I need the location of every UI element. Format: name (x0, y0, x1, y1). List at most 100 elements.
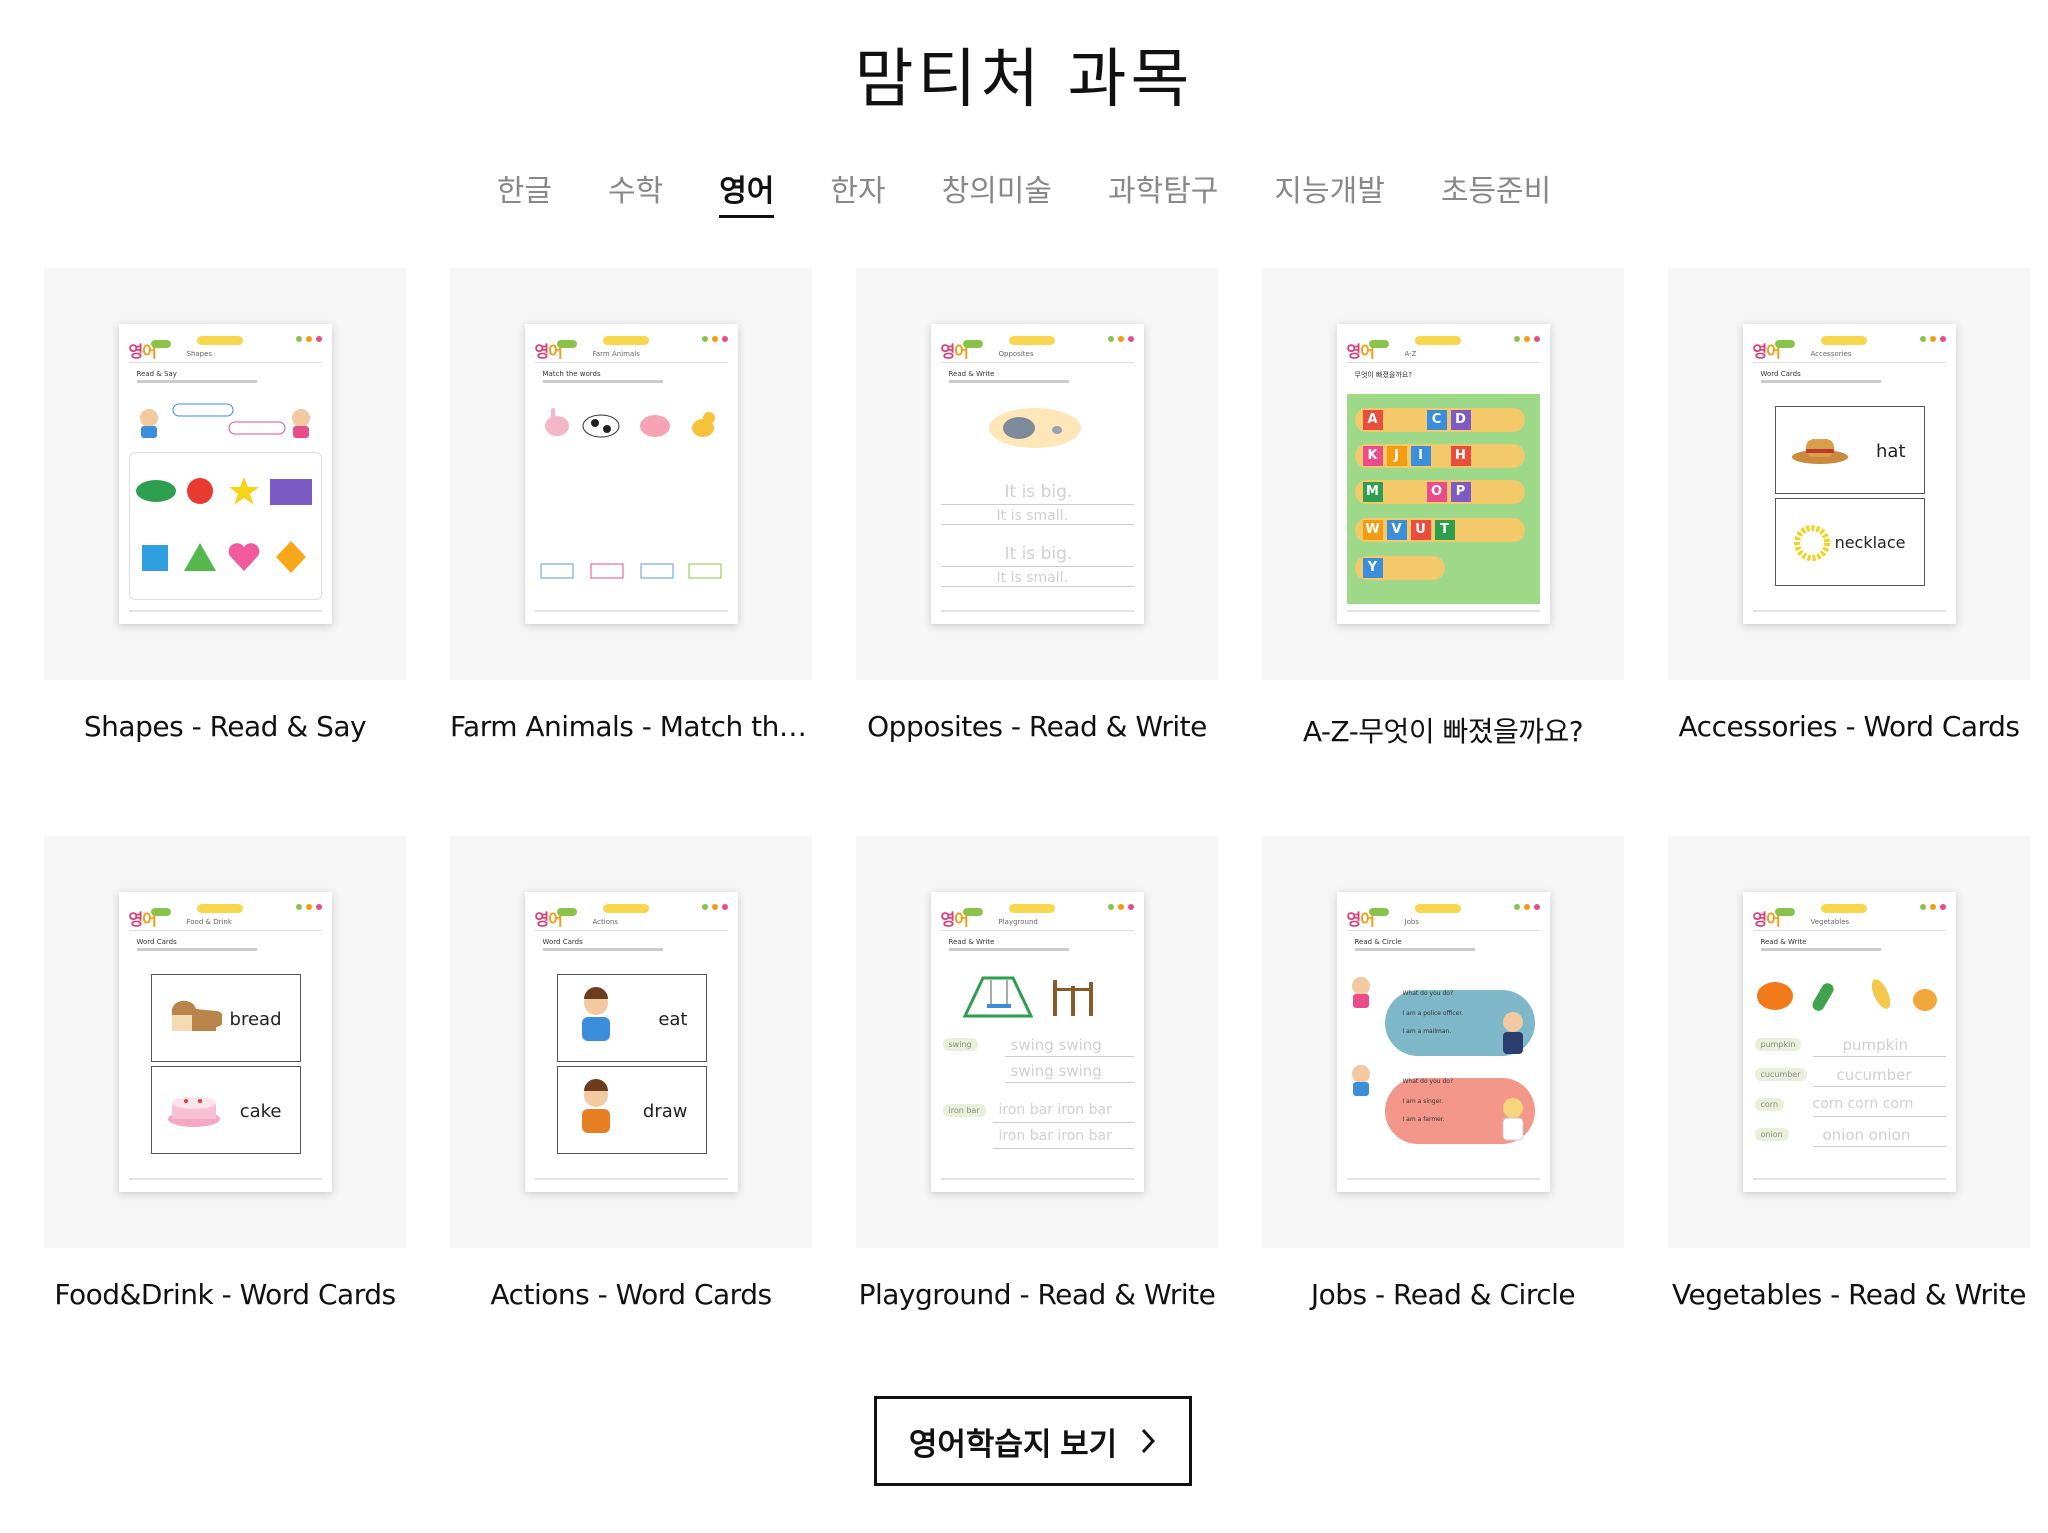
worksheet-title[interactable]: Jobs - Read & Circle (1262, 1278, 1624, 1311)
word-card: cake (150, 1066, 301, 1154)
worksheet-card: 영어 A-Z 무엇이 빠졌을까요? A C D K J I H M O P W … (1262, 268, 1624, 836)
sheet-rating (1513, 336, 1540, 342)
tab-creative-art[interactable]: 창의미술 (942, 166, 1052, 218)
sheet-rating (1919, 336, 1946, 342)
sheet-topic: Food & Drink (186, 918, 232, 926)
worksheet-preview: 영어 Actions Word Cards eat draw (524, 892, 738, 1192)
worksheet-title[interactable]: Farm Animals - Match the … (450, 710, 812, 743)
worksheet-card: 영어 Farm Animals Match the words Farm Ani… (450, 268, 812, 836)
category-badge (1414, 336, 1461, 345)
worksheet-title[interactable]: Vegetables - Read & Write (1668, 1278, 2030, 1311)
worksheet-card: 영어 Opposites Read & Write It is big. It … (856, 268, 1218, 836)
worksheet-title[interactable]: Food&Drink - Word Cards (44, 1278, 406, 1311)
category-badge (1008, 904, 1055, 913)
sheet-instruction: Read & Circle (1354, 938, 1402, 946)
sheet-topic: Jobs (1404, 918, 1419, 926)
level-badge (1774, 340, 1795, 348)
tab-elementary-prep[interactable]: 초등준비 (1441, 166, 1551, 218)
boy-eating-illustration (581, 987, 610, 1041)
worksheet-card: 영어 Vegetables Read & Write pumpkin pumpk… (1668, 836, 2030, 1404)
category-badge (602, 336, 649, 345)
sheet-topic: Vegetables (1810, 918, 1850, 926)
worksheet-title[interactable]: Playground - Read & Write (856, 1278, 1218, 1311)
tab-math[interactable]: 수학 (608, 166, 663, 218)
word-card: draw (556, 1066, 707, 1154)
worksheet-title[interactable]: Shapes - Read & Say (44, 710, 406, 743)
hippo-mouse-illustration (988, 408, 1081, 448)
word-card: eat (556, 974, 707, 1062)
worksheet-preview: 영어 Playground Read & Write swing swing s… (930, 892, 1144, 1192)
worksheet-preview: 영어 Farm Animals Match the words (524, 324, 738, 624)
swing-ironbar-illustration (962, 976, 1093, 1018)
sheet-topic: Farm Animals (592, 350, 640, 358)
category-badge (602, 904, 649, 913)
word-card: bread (150, 974, 301, 1062)
sheet-rating (1107, 336, 1134, 342)
worksheet-title[interactable]: Accessories - Word Cards (1668, 710, 2030, 743)
subject-tabs: 한글 수학 영어 한자 창의미술 과학탐구 지능개발 초등준비 (0, 166, 2048, 218)
worksheet-thumbnail[interactable]: 영어 Shapes Read & Say (44, 268, 406, 680)
category-badge (1414, 904, 1461, 913)
worksheet-card: 영어 Jobs Read & Circle What do you do? I (1262, 836, 1624, 1404)
sheet-rating (1513, 904, 1540, 910)
sheet-topic: A-Z (1404, 350, 1417, 358)
worksheet-thumbnail[interactable]: 영어 A-Z 무엇이 빠졌을까요? A C D K J I H M O P W … (1262, 268, 1624, 680)
sheet-rating (1919, 904, 1946, 910)
view-english-worksheets-button[interactable]: 영어학습지 보기 (874, 1396, 1192, 1486)
bread-illustration (171, 1000, 222, 1031)
category-badge (1820, 904, 1867, 913)
worksheet-preview: 영어 Vegetables Read & Write pumpkin pumpk… (1742, 892, 1956, 1192)
sheet-rating (295, 336, 322, 342)
tab-hangul[interactable]: 한글 (497, 166, 552, 218)
sheet-topic: Opposites (998, 350, 1034, 358)
chevron-right-icon (1142, 1428, 1156, 1454)
worksheet-thumbnail[interactable]: 영어 Playground Read & Write swing swing s… (856, 836, 1218, 1248)
sheet-topic: Actions (592, 918, 619, 926)
vegetables-illustration (1756, 979, 1937, 1011)
worksheet-thumbnail[interactable]: 영어 Food & Drink Word Cards bread cake (44, 836, 406, 1248)
worksheet-thumbnail[interactable]: 영어 Farm Animals Match the words (450, 268, 812, 680)
tab-intelligence[interactable]: 지능개발 (1274, 166, 1384, 218)
word-card: hat (1774, 406, 1925, 494)
worksheet-thumbnail[interactable]: 영어 Jobs Read & Circle What do you do? I (1262, 836, 1624, 1248)
tab-english[interactable]: 영어 (719, 166, 775, 218)
worksheet-title[interactable]: Actions - Word Cards (450, 1278, 812, 1311)
category-badge (1008, 336, 1055, 345)
worksheet-card: 영어 Accessories Word Cards hat necklace A… (1668, 268, 2030, 836)
sheet-rating (701, 336, 728, 342)
worksheet-preview: 영어 Accessories Word Cards hat necklace (1742, 324, 1956, 624)
worksheet-thumbnail[interactable]: 영어 Actions Word Cards eat draw (450, 836, 812, 1248)
sheet-instruction: Read & Write (948, 938, 995, 946)
worksheet-thumbnail[interactable]: 영어 Opposites Read & Write It is big. It … (856, 268, 1218, 680)
category-badge (196, 336, 243, 345)
worksheet-preview: 영어 Food & Drink Word Cards bread cake (118, 892, 332, 1192)
worksheet-card: 영어 Playground Read & Write swing swing s… (856, 836, 1218, 1404)
sheet-instruction: 무엇이 빠졌을까요? (1354, 371, 1412, 379)
sheet-topic: Playground (998, 918, 1038, 926)
worksheet-grid: 영어 Shapes Read & Say Shapes - Read & Say… (44, 268, 2030, 1404)
sheet-rating (295, 904, 322, 910)
necklace-illustration (1793, 525, 1830, 561)
level-badge (1368, 908, 1389, 916)
sheet-instruction: Match the words (542, 370, 601, 378)
tab-science[interactable]: 과학탐구 (1108, 166, 1218, 218)
farm-animals-illustration (544, 408, 715, 438)
hat-illustration (1791, 439, 1848, 464)
sheet-instruction: Read & Write (948, 370, 995, 378)
worksheet-card: 영어 Shapes Read & Say Shapes - Read & Say (44, 268, 406, 836)
worksheet-thumbnail[interactable]: 영어 Accessories Word Cards hat necklace (1668, 268, 2030, 680)
level-badge (150, 340, 171, 348)
worksheet-title[interactable]: A-Z-무엇이 빠졌을까요? (1262, 710, 1624, 750)
level-badge (962, 908, 983, 916)
worksheet-thumbnail[interactable]: 영어 Vegetables Read & Write pumpkin pumpk… (1668, 836, 2030, 1248)
worksheet-preview: 영어 Jobs Read & Circle What do you do? I (1336, 892, 1550, 1192)
level-badge (962, 340, 983, 348)
worksheet-preview: 영어 A-Z 무엇이 빠졌을까요? A C D K J I H M O P W … (1336, 324, 1550, 624)
tab-hanja[interactable]: 한자 (830, 166, 885, 218)
sheet-topic: Accessories (1810, 350, 1852, 358)
worksheet-title[interactable]: Opposites - Read & Write (856, 710, 1218, 743)
sheet-topic: Shapes (186, 350, 213, 358)
word-boxes (540, 563, 721, 579)
boy-drawing-illustration (581, 1079, 610, 1133)
shapes-panel (128, 452, 322, 600)
